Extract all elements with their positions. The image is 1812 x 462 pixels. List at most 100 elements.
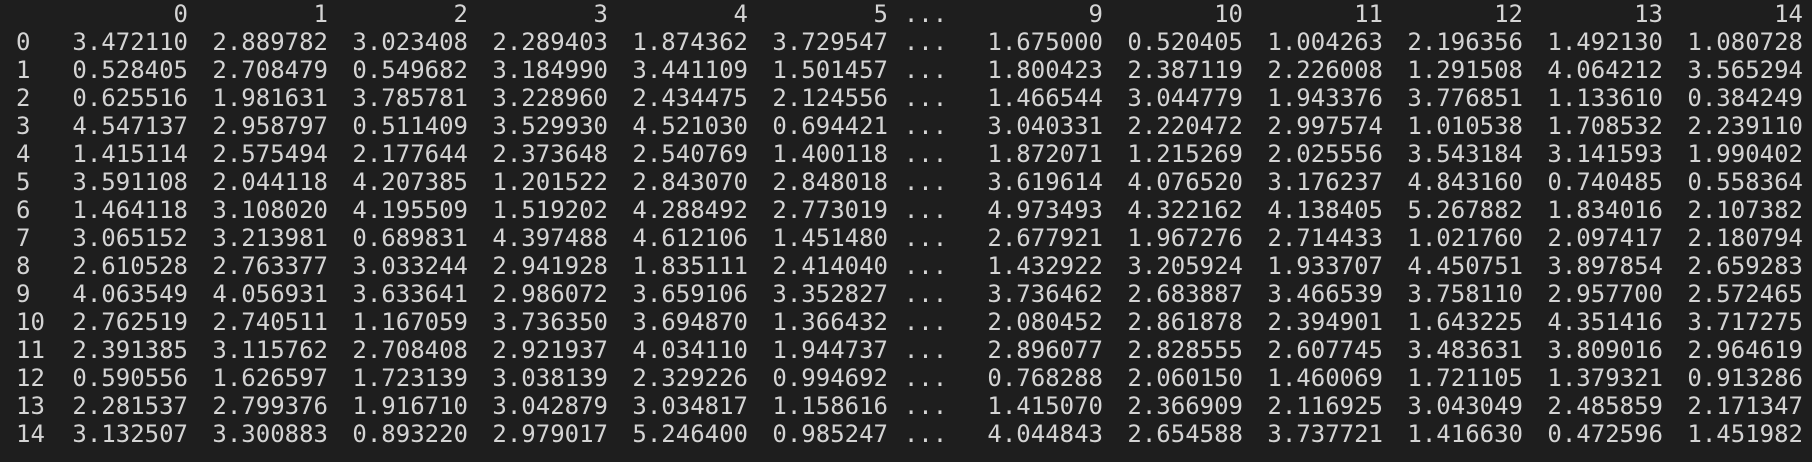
table-cell: 1.432922 bbox=[987, 252, 1103, 280]
table-cell: 1.916710 bbox=[352, 392, 468, 420]
table-cell: 5.267882 bbox=[1407, 196, 1523, 224]
row-index: 6 bbox=[16, 196, 31, 224]
table-cell: 4.044843 bbox=[987, 420, 1103, 448]
table-cell: 3.472110 bbox=[72, 28, 188, 56]
table-cell: 2.708479 bbox=[212, 56, 328, 84]
table-cell: 2.654588 bbox=[1127, 420, 1243, 448]
table-cell: 1.967276 bbox=[1127, 224, 1243, 252]
table-cell: 1.415114 bbox=[72, 140, 188, 168]
table-cell: 0.511409 bbox=[352, 112, 468, 140]
table-cell: 2.610528 bbox=[72, 252, 188, 280]
table-cell: 4.195509 bbox=[352, 196, 468, 224]
column-header: 0 bbox=[173, 0, 188, 28]
column-header: 14 bbox=[1774, 0, 1803, 28]
table-cell: 2.097417 bbox=[1547, 224, 1663, 252]
table-row: 8 2.610528 2.763377 3.033244 2.941928 1.83511… bbox=[0, 252, 1803, 280]
table-cell: 3.737721 bbox=[1267, 420, 1383, 448]
row-index: 4 bbox=[16, 140, 31, 168]
table-cell: 3.466539 bbox=[1267, 280, 1383, 308]
table-row: 3 4.547137 2.958797 0.511409 3.529930 4.52103… bbox=[0, 112, 1803, 140]
column-header: 9 bbox=[1088, 0, 1103, 28]
table-cell: 0.985247 bbox=[772, 420, 888, 448]
table-cell: 4.064212 bbox=[1547, 56, 1663, 84]
table-row: 12 0.590556 1.626597 1.723139 3.038139 2.3292… bbox=[0, 364, 1803, 392]
ellipsis-cell: ... bbox=[903, 140, 948, 168]
table-cell: 4.034110 bbox=[632, 336, 748, 364]
table-cell: 3.033244 bbox=[352, 252, 468, 280]
table-cell: 3.565294 bbox=[1687, 56, 1803, 84]
table-cell: 2.799376 bbox=[212, 392, 328, 420]
table-cell: 3.205924 bbox=[1127, 252, 1243, 280]
ellipsis-cell: ... bbox=[903, 168, 948, 196]
table-cell: 2.124556 bbox=[772, 84, 888, 112]
table-cell: 3.736462 bbox=[987, 280, 1103, 308]
table-cell: 0.768288 bbox=[987, 364, 1103, 392]
table-cell: 2.762519 bbox=[72, 308, 188, 336]
row-index: 10 bbox=[16, 308, 45, 336]
table-cell: 1.501457 bbox=[772, 56, 888, 84]
table-cell: 0.528405 bbox=[72, 56, 188, 84]
table-cell: 2.740511 bbox=[212, 308, 328, 336]
ellipsis-cell: ... bbox=[903, 112, 948, 140]
table-cell: 2.373648 bbox=[492, 140, 608, 168]
table-cell: 2.239110 bbox=[1687, 112, 1803, 140]
table-cell: 3.034817 bbox=[632, 392, 748, 420]
table-cell: 3.785781 bbox=[352, 84, 468, 112]
table-row: 2 0.625516 1.981631 3.785781 3.228960 2.43447… bbox=[0, 84, 1803, 112]
table-cell: 1.721105 bbox=[1407, 364, 1523, 392]
table-cell: 2.896077 bbox=[987, 336, 1103, 364]
table-cell: 2.848018 bbox=[772, 168, 888, 196]
table-cell: 0.740485 bbox=[1547, 168, 1663, 196]
table-cell: 2.391385 bbox=[72, 336, 188, 364]
table-cell: 2.828555 bbox=[1127, 336, 1243, 364]
table-row: 9 4.063549 4.056931 3.633641 2.986072 3.65910… bbox=[0, 280, 1803, 308]
table-cell: 1.215269 bbox=[1127, 140, 1243, 168]
ellipsis-cell: ... bbox=[903, 224, 948, 252]
table-cell: 1.460069 bbox=[1267, 364, 1383, 392]
table-cell: 2.957700 bbox=[1547, 280, 1663, 308]
table-cell: 3.809016 bbox=[1547, 336, 1663, 364]
table-cell: 1.010538 bbox=[1407, 112, 1523, 140]
table-cell: 1.800423 bbox=[987, 56, 1103, 84]
table-cell: 2.941928 bbox=[492, 252, 608, 280]
table-cell: 1.944737 bbox=[772, 336, 888, 364]
table-cell: 1.723139 bbox=[352, 364, 468, 392]
row-index: 13 bbox=[16, 392, 45, 420]
ellipsis-cell: ... bbox=[903, 364, 948, 392]
table-cell: 3.176237 bbox=[1267, 168, 1383, 196]
table-cell: 2.116925 bbox=[1267, 392, 1383, 420]
column-header: 11 bbox=[1354, 0, 1383, 28]
ellipsis-cell: ... bbox=[903, 308, 948, 336]
ellipsis-cell: ... bbox=[903, 196, 948, 224]
table-cell: 0.994692 bbox=[772, 364, 888, 392]
table-row: 5 3.591108 2.044118 4.207385 1.201522 2.84307… bbox=[0, 168, 1803, 196]
table-cell: 3.228960 bbox=[492, 84, 608, 112]
table-cell: 4.138405 bbox=[1267, 196, 1383, 224]
table-cell: 2.979017 bbox=[492, 420, 608, 448]
table-cell: 3.023408 bbox=[352, 28, 468, 56]
table-cell: 3.591108 bbox=[72, 168, 188, 196]
table-cell: 1.933707 bbox=[1267, 252, 1383, 280]
table-cell: 3.659106 bbox=[632, 280, 748, 308]
table-cell: 2.889782 bbox=[212, 28, 328, 56]
table-cell: 2.387119 bbox=[1127, 56, 1243, 84]
table-cell: 2.414040 bbox=[772, 252, 888, 280]
table-cell: 3.038139 bbox=[492, 364, 608, 392]
column-header: 5 bbox=[873, 0, 888, 28]
table-cell: 3.619614 bbox=[987, 168, 1103, 196]
table-cell: 1.626597 bbox=[212, 364, 328, 392]
ellipsis-cell: ... bbox=[903, 56, 948, 84]
ellipsis-cell: ... bbox=[903, 420, 948, 448]
table-cell: 2.171347 bbox=[1687, 392, 1803, 420]
table-cell: 0.625516 bbox=[72, 84, 188, 112]
table-cell: 3.441109 bbox=[632, 56, 748, 84]
table-cell: 3.543184 bbox=[1407, 140, 1523, 168]
table-cell: 2.921937 bbox=[492, 336, 608, 364]
column-header: 12 bbox=[1494, 0, 1523, 28]
table-cell: 3.897854 bbox=[1547, 252, 1663, 280]
table-cell: 2.997574 bbox=[1267, 112, 1383, 140]
table-cell: 3.776851 bbox=[1407, 84, 1523, 112]
table-cell: 1.519202 bbox=[492, 196, 608, 224]
column-header: 10 bbox=[1214, 0, 1243, 28]
table-cell: 1.451480 bbox=[772, 224, 888, 252]
